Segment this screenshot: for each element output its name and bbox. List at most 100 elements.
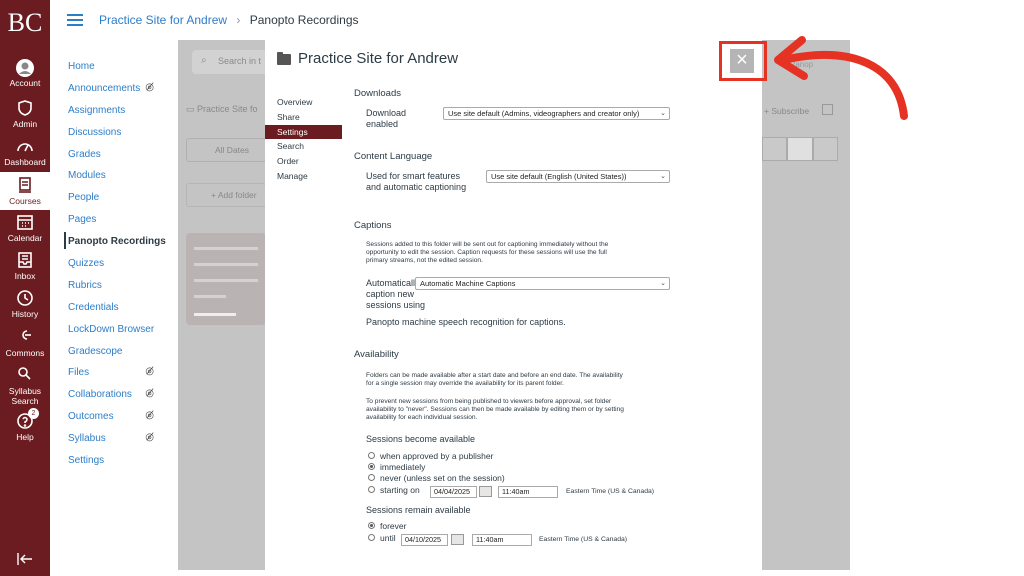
- radio-forever[interactable]: forever: [368, 521, 406, 532]
- course-nav-credentials[interactable]: Credentials: [68, 301, 168, 323]
- download-enabled-select[interactable]: Use site default (Admins, videographers …: [443, 107, 670, 120]
- course-nav-label: Outcomes: [68, 411, 114, 423]
- global-nav: BC Account Admin Dashboard Courses Calen…: [0, 0, 50, 576]
- course-nav-label: Home: [68, 61, 95, 72]
- auto-caption-select[interactable]: Automatic Machine Captions ⌄: [415, 277, 670, 290]
- course-nav-label: Grades: [68, 148, 101, 160]
- search-icon: ⌕: [201, 55, 207, 66]
- nav-calendar[interactable]: Calendar: [0, 213, 50, 243]
- hamburger-menu-icon[interactable]: [67, 14, 83, 26]
- course-nav-assignments[interactable]: Assignments: [68, 104, 168, 126]
- radio-when-approved[interactable]: when approved by a publisher: [368, 451, 493, 462]
- course-nav-rubrics[interactable]: Rubrics: [68, 279, 168, 301]
- auto-caption-label-line: Automatically: [366, 278, 420, 288]
- availability-description-line: Folders can be made available after a st…: [366, 372, 623, 379]
- background-dates-filter: All Dates: [186, 138, 266, 162]
- course-nav-outcomes[interactable]: Outcomes ◎̸: [68, 410, 168, 432]
- courses-icon: [15, 176, 35, 194]
- course-nav-people[interactable]: People: [68, 191, 168, 213]
- modal-tab-manage[interactable]: Manage: [265, 169, 342, 184]
- course-nav-discussions[interactable]: Discussions: [68, 126, 168, 148]
- breadcrumb-course-link[interactable]: Practice Site for Andrew: [99, 13, 227, 27]
- start-time-input[interactable]: 11:40am: [498, 486, 558, 498]
- background-search-placeholder: Search in t: [218, 56, 262, 66]
- nav-label: Help: [16, 432, 34, 442]
- modal-tab-order[interactable]: Order: [265, 154, 342, 169]
- nav-inbox[interactable]: Inbox: [0, 251, 50, 281]
- course-nav-gradescope[interactable]: Gradescope: [68, 345, 168, 367]
- course-nav-syllabus[interactable]: Syllabus ◎̸: [68, 432, 168, 454]
- modal-tab-search[interactable]: Search: [265, 139, 342, 154]
- nav-history[interactable]: History: [0, 289, 50, 319]
- nav-label: History: [11, 309, 39, 319]
- modal-tab-overview[interactable]: Overview: [265, 95, 342, 110]
- background-view-toggle: [762, 137, 838, 161]
- course-nav-label: Syllabus: [68, 433, 106, 445]
- captions-description-line: primary streams, not the edited session.: [366, 257, 483, 265]
- radio-label: until: [380, 533, 396, 543]
- start-date-input[interactable]: 04/04/2025: [430, 486, 477, 498]
- breadcrumb-current: Panopto Recordings: [249, 13, 359, 27]
- nav-help[interactable]: 2 Help: [0, 408, 50, 442]
- calendar-icon: [15, 213, 35, 231]
- nav-dashboard[interactable]: Dashboard: [0, 137, 50, 167]
- nav-label: Syllabus: [8, 386, 42, 396]
- background-session-thumbnail: [186, 233, 266, 325]
- course-nav-lockdown-browser[interactable]: LockDown Browser: [68, 323, 168, 345]
- nav-admin[interactable]: Admin: [0, 99, 50, 129]
- history-clock-icon: [15, 289, 35, 307]
- radio-starting-on[interactable]: starting on: [368, 485, 420, 496]
- help-badge: 2: [28, 408, 39, 419]
- radio-immediately[interactable]: immediately: [368, 462, 425, 473]
- course-nav-label: Pages: [68, 214, 97, 226]
- modal-tab-share[interactable]: Share: [265, 110, 342, 125]
- chevron-down-icon: ⌄: [660, 173, 666, 180]
- content-language-section-title: Content Language: [354, 151, 433, 162]
- radio-never[interactable]: never (unless set on the session): [368, 473, 505, 484]
- collapse-nav-icon[interactable]: [16, 552, 34, 568]
- nav-label: Courses: [9, 196, 41, 206]
- course-nav-files[interactable]: Files ◎̸: [68, 366, 168, 388]
- course-nav-quizzes[interactable]: Quizzes: [68, 257, 168, 279]
- nav-account[interactable]: Account: [0, 58, 50, 88]
- modal-tab-settings[interactable]: Settings: [265, 124, 342, 140]
- syllabus-search-icon: [15, 366, 35, 384]
- course-nav-modules[interactable]: Modules: [68, 169, 168, 191]
- content-language-label: Used for smart features and automatic ca…: [366, 171, 466, 193]
- nav-label: Account: [9, 78, 41, 88]
- nav-commons[interactable]: Commons: [0, 328, 50, 358]
- hidden-eye-icon: ◎̸: [145, 410, 154, 422]
- breadcrumb-separator: ›: [236, 13, 241, 27]
- course-nav-grades[interactable]: Grades: [68, 148, 168, 170]
- auto-caption-label-line: sessions using: [366, 300, 426, 310]
- content-language-select[interactable]: Use site default (English (United States…: [486, 170, 670, 183]
- course-nav-announcements[interactable]: Announcements ◎̸: [68, 82, 168, 104]
- course-nav-pages[interactable]: Pages: [68, 213, 168, 235]
- downloads-section-title: Downloads: [354, 88, 401, 99]
- nav-syllabus-search[interactable]: Syllabus Search: [0, 366, 50, 406]
- calendar-picker-icon[interactable]: [451, 534, 464, 545]
- end-time-input[interactable]: 11:40am: [472, 534, 532, 546]
- inbox-icon: [15, 251, 35, 269]
- nav-courses[interactable]: Courses: [0, 172, 50, 210]
- course-nav-home[interactable]: Home: [68, 60, 168, 82]
- captions-description: Sessions added to this folder will be se…: [366, 241, 666, 266]
- auto-caption-label-line: caption new: [366, 289, 415, 299]
- course-nav: Home Announcements ◎̸ Assignments Discuss…: [64, 60, 168, 476]
- course-nav-panopto-recordings[interactable]: Panopto Recordings: [64, 232, 168, 257]
- logo[interactable]: BC: [0, 8, 50, 38]
- calendar-picker-icon[interactable]: [479, 486, 492, 497]
- course-nav-label: Settings: [68, 455, 105, 467]
- folder-settings-modal: Practice Site for Andrew × Overview Shar…: [265, 40, 762, 570]
- course-nav-settings[interactable]: Settings: [68, 454, 168, 476]
- modal-title: Practice Site for Andrew: [298, 50, 459, 67]
- course-nav-label: Rubrics: [68, 279, 102, 291]
- radio-until[interactable]: until: [368, 533, 396, 544]
- course-nav-collaborations[interactable]: Collaborations ◎̸: [68, 388, 168, 410]
- nav-label: Inbox: [14, 271, 36, 281]
- red-arrow-icon: [774, 36, 908, 120]
- availability-description-line: To prevent new sessions from being publi…: [366, 398, 612, 405]
- background-search-input: ⌕ Search in t: [192, 50, 272, 74]
- end-date-input[interactable]: 04/10/2025: [401, 534, 448, 546]
- background-add-folder: + Add folder: [186, 183, 266, 207]
